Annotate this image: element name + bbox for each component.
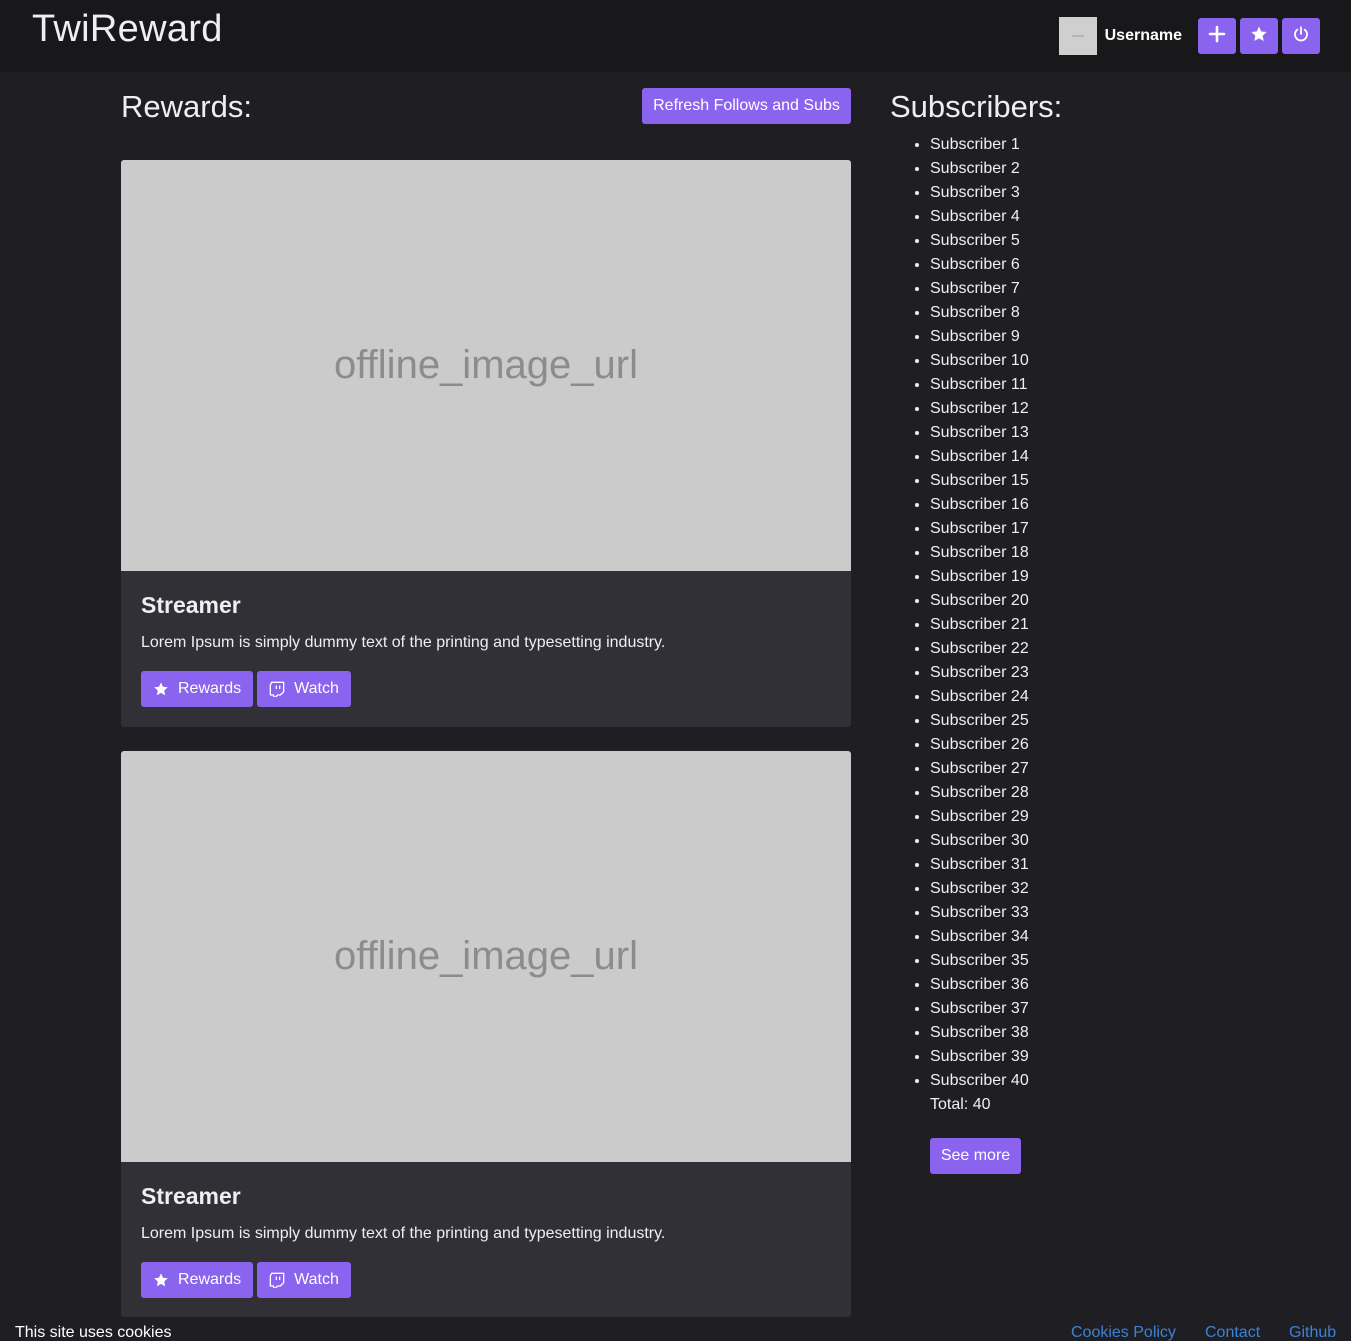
subscriber-item: Subscriber 30 <box>930 829 1029 853</box>
subscriber-item: Subscriber 9 <box>930 325 1029 349</box>
rewards-button[interactable]: Rewards <box>141 671 254 707</box>
avatar <box>1058 17 1097 55</box>
card-description: Lorem Ipsum is simply dummy text of the … <box>141 634 666 651</box>
card-title: Streamer <box>141 592 241 618</box>
streamer-offline-image: offline_image_url <box>121 751 851 1162</box>
rewards-heading: Rewards: <box>121 89 252 124</box>
image-alt-text: offline_image_url <box>334 934 638 978</box>
streamer-card: offline_image_url Streamer Lorem Ipsum i… <box>121 751 851 1317</box>
subscriber-item: Subscriber 31 <box>930 853 1029 877</box>
star-icon <box>1250 25 1268 48</box>
subscriber-item: Subscriber 17 <box>930 517 1029 541</box>
rewards-button[interactable]: Rewards <box>141 1262 254 1298</box>
subscriber-item: Subscriber 15 <box>930 469 1029 493</box>
rewards-button-label: Rewards <box>178 1271 242 1288</box>
twitch-icon <box>269 1272 285 1288</box>
subscriber-item: Subscriber 40 <box>930 1069 1029 1093</box>
watch-button-label: Watch <box>294 1271 339 1288</box>
top-navbar: TwiReward Username <box>0 0 1351 72</box>
subscriber-item: Subscriber 5 <box>930 229 1029 253</box>
username-label: Username <box>1104 27 1182 44</box>
subscriber-item: Subscriber 21 <box>930 613 1029 637</box>
streamer-card: offline_image_url Streamer Lorem Ipsum i… <box>121 160 851 727</box>
github-link[interactable]: Github <box>1289 1324 1336 1341</box>
subscriber-item: Subscriber 7 <box>930 277 1029 301</box>
subscriber-item: Subscriber 8 <box>930 301 1029 325</box>
contact-link[interactable]: Contact <box>1205 1324 1260 1341</box>
subscriber-item: Subscriber 29 <box>930 805 1029 829</box>
streamer-offline-image: offline_image_url <box>121 160 851 571</box>
see-more-button[interactable]: See more <box>930 1138 1021 1174</box>
subscriber-item: Subscriber 28 <box>930 781 1029 805</box>
subscriber-item: Subscriber 36 <box>930 973 1029 997</box>
subscriber-item: Subscriber 33 <box>930 901 1029 925</box>
subscriber-item: Subscriber 16 <box>930 493 1029 517</box>
subscriber-item: Subscriber 20 <box>930 589 1029 613</box>
subscriber-item: Subscriber 10 <box>930 349 1029 373</box>
favorites-button[interactable] <box>1240 18 1278 54</box>
power-icon <box>1292 25 1310 48</box>
image-alt-text: offline_image_url <box>334 343 638 387</box>
subscriber-item: Subscriber 14 <box>930 445 1029 469</box>
card-title: Streamer <box>141 1183 241 1209</box>
cookie-notice: This site uses cookies <box>15 1324 172 1341</box>
subscriber-item: Subscriber 26 <box>930 733 1029 757</box>
logout-button[interactable] <box>1282 18 1320 54</box>
star-icon <box>154 1273 168 1287</box>
refresh-follows-subs-button[interactable]: Refresh Follows and Subs <box>642 88 851 124</box>
plus-icon <box>1208 25 1226 48</box>
subscriber-item: Subscriber 32 <box>930 877 1029 901</box>
twitch-icon <box>269 681 285 697</box>
watch-button[interactable]: Watch <box>257 1262 351 1298</box>
watch-button-label: Watch <box>294 680 339 697</box>
subscriber-item: Subscriber 37 <box>930 997 1029 1021</box>
subscriber-item: Subscriber 4 <box>930 205 1029 229</box>
subscriber-item: Subscriber 39 <box>930 1045 1029 1069</box>
subscriber-item: Subscriber 3 <box>930 181 1029 205</box>
card-actions: Rewards Watch <box>141 1262 351 1298</box>
subscribers-total: Total: 40 <box>930 1096 991 1113</box>
card-description: Lorem Ipsum is simply dummy text of the … <box>141 1225 666 1242</box>
subscriber-item: Subscriber 27 <box>930 757 1029 781</box>
card-actions: Rewards Watch <box>141 671 351 707</box>
subscriber-item: Subscriber 2 <box>930 157 1029 181</box>
user-area: Username <box>1058 17 1320 55</box>
subscriber-item: Subscriber 34 <box>930 925 1029 949</box>
subscriber-item: Subscriber 38 <box>930 1021 1029 1045</box>
rewards-button-label: Rewards <box>178 680 242 697</box>
subscriber-item: Subscriber 25 <box>930 709 1029 733</box>
subscriber-item: Subscriber 18 <box>930 541 1029 565</box>
subscriber-item: Subscriber 6 <box>930 253 1029 277</box>
brand-logo[interactable]: TwiReward <box>32 8 223 51</box>
subscriber-item: Subscriber 13 <box>930 421 1029 445</box>
subscriber-item: Subscriber 35 <box>930 949 1029 973</box>
subscriber-item: Subscriber 24 <box>930 685 1029 709</box>
subscriber-item: Subscriber 23 <box>930 661 1029 685</box>
subscriber-item: Subscriber 19 <box>930 565 1029 589</box>
subscriber-item: Subscriber 11 <box>930 373 1029 397</box>
watch-button[interactable]: Watch <box>257 671 351 707</box>
subscribers-heading: Subscribers: <box>890 89 1063 124</box>
subscriber-item: Subscriber 12 <box>930 397 1029 421</box>
add-button[interactable] <box>1198 18 1236 54</box>
subscriber-item: Subscriber 22 <box>930 637 1029 661</box>
subscriber-item: Subscriber 1 <box>930 133 1029 157</box>
cookies-policy-link[interactable]: Cookies Policy <box>1071 1324 1176 1341</box>
subscribers-list: Subscriber 1Subscriber 2Subscriber 3Subs… <box>930 133 1029 1093</box>
star-icon <box>154 682 168 696</box>
